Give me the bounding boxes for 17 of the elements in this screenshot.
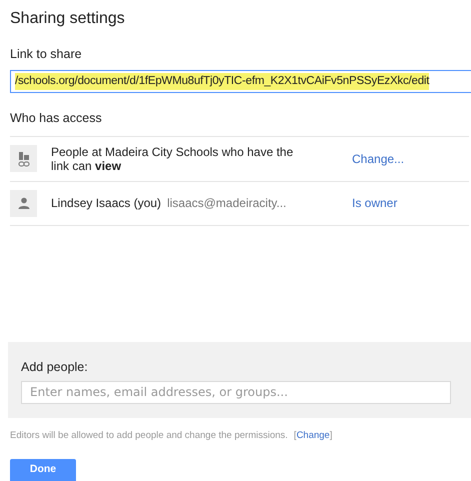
close-bracket: ] <box>330 428 332 443</box>
owner-link[interactable]: Is owner <box>352 194 398 212</box>
change-permissions-link[interactable]: Change <box>296 428 330 443</box>
add-people-field[interactable]: Enter names, email addresses, or groups... <box>21 380 451 404</box>
done-button[interactable]: Done <box>10 459 76 481</box>
link-label: Link to share <box>10 46 83 63</box>
building-link-icon <box>18 150 30 166</box>
person-email: lisaacs@madeiracity... <box>167 195 286 212</box>
add-people-label: Add people: <box>21 359 89 376</box>
access-label: Who has access <box>10 110 103 127</box>
open-bracket: [ <box>294 428 296 443</box>
person-icon <box>18 197 30 209</box>
change-access-link[interactable]: Change... <box>352 150 404 168</box>
person-name: Lindsey Isaacs (you) <box>51 195 162 212</box>
dialog-title: Sharing settings <box>10 9 126 29</box>
access-description: People at Madeira City Schools who have the link can view <box>51 144 294 172</box>
notice-text: Editors will be allowed to add people and change the permissions. <box>10 428 288 443</box>
